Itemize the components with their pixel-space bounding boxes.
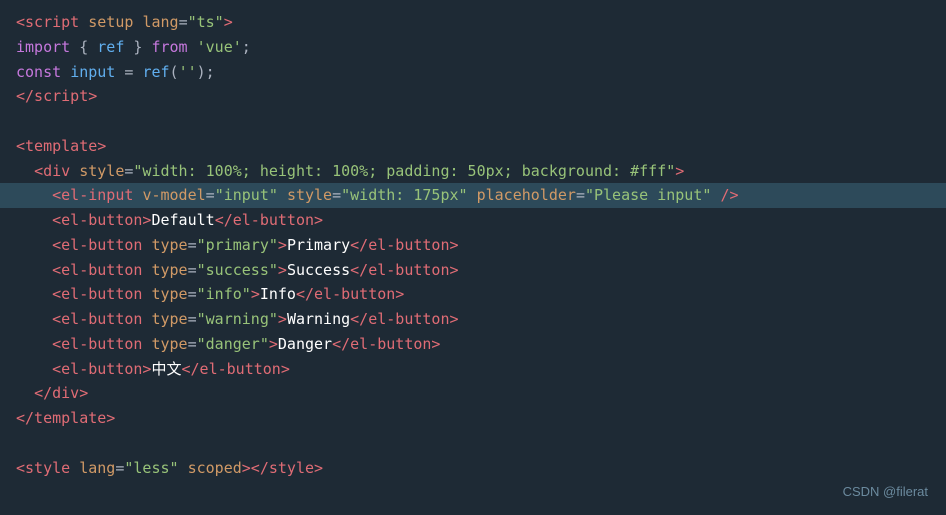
- code-line-15: <el-button>中文</el-button>: [16, 357, 930, 382]
- code-line-9: <el-button>Default</el-button>: [16, 208, 930, 233]
- code-line-13: <el-button type="warning">Warning</el-bu…: [16, 307, 930, 332]
- code-line-14: <el-button type="danger">Danger</el-butt…: [16, 332, 930, 357]
- code-line-12: <el-button type="info">Info</el-button>: [16, 282, 930, 307]
- code-line-4: </script>: [16, 84, 930, 109]
- code-line-19: <style lang="less" scoped></style>: [16, 456, 930, 481]
- code-line-17: </template>: [16, 406, 930, 431]
- code-line-1: <script setup lang="ts">: [16, 10, 930, 35]
- code-line-7: <div style="width: 100%; height: 100%; p…: [16, 159, 930, 184]
- code-line-10: <el-button type="primary">Primary</el-bu…: [16, 233, 930, 258]
- code-line-3: const input = ref('');: [16, 60, 930, 85]
- code-line-11: <el-button type="success">Success</el-bu…: [16, 258, 930, 283]
- code-line-16: </div>: [16, 381, 930, 406]
- code-line-18: [16, 431, 930, 456]
- code-editor: <script setup lang="ts"> import { ref } …: [0, 0, 946, 515]
- code-line-6: <template>: [16, 134, 930, 159]
- watermark: CSDN @filerat: [843, 482, 928, 503]
- code-line-2: import { ref } from 'vue';: [16, 35, 930, 60]
- code-line-8: <el-input v-model="input" style="width: …: [0, 183, 946, 208]
- code-line-5: [16, 109, 930, 134]
